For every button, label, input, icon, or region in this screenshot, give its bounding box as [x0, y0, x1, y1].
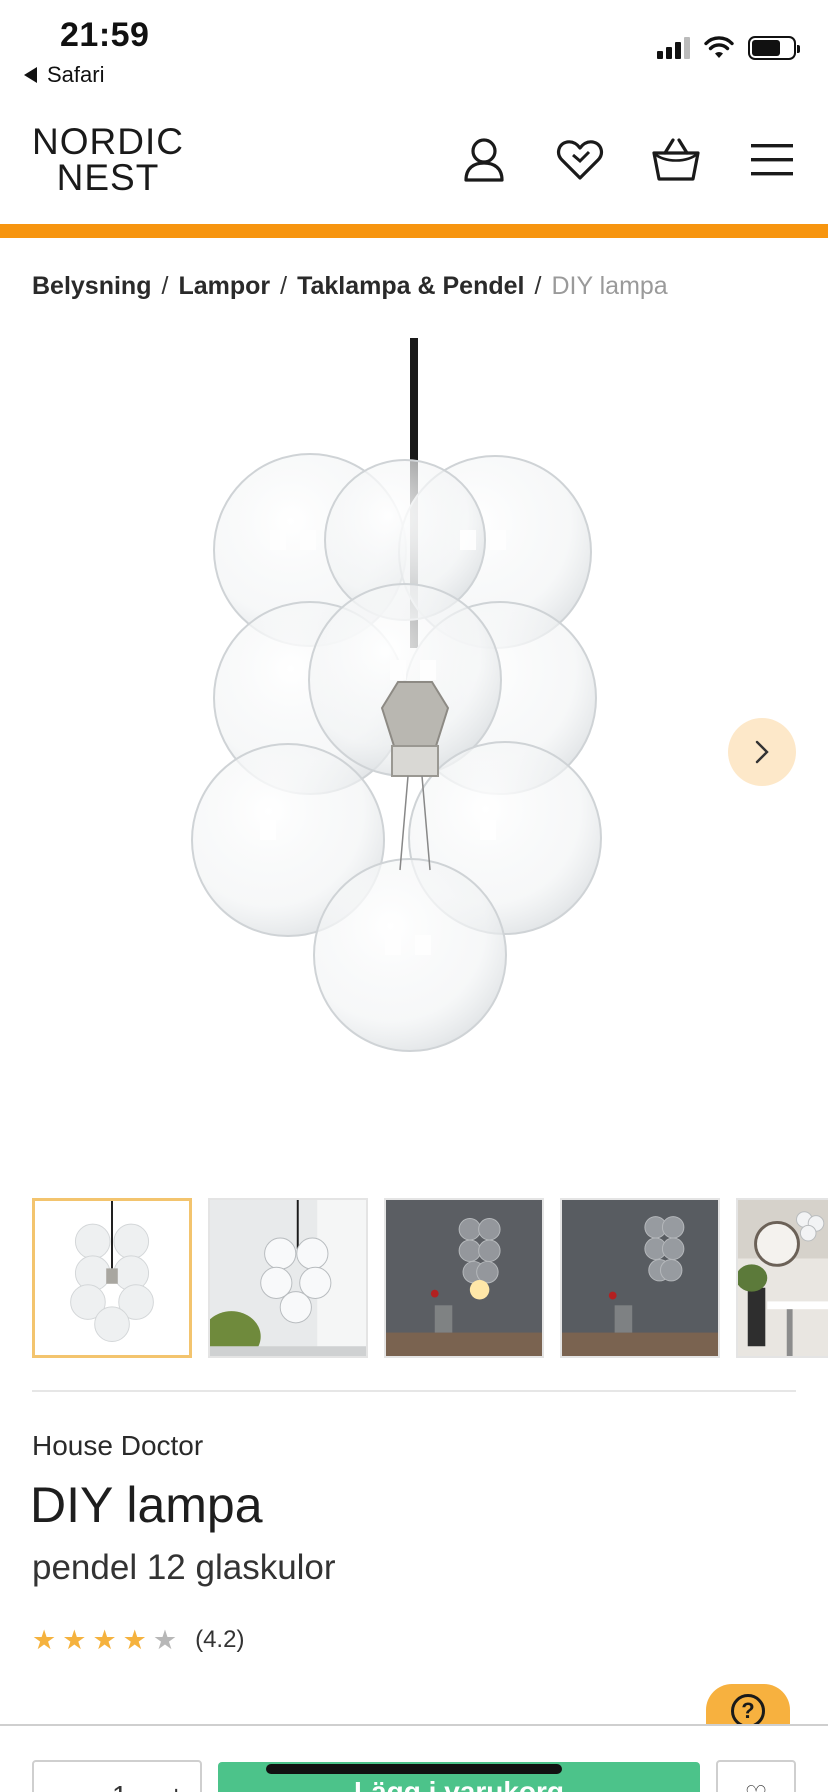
signal-icon — [657, 37, 690, 59]
product-title: DIY lampa — [30, 1477, 263, 1533]
quantity-stepper[interactable]: 1 + — [32, 1760, 202, 1792]
section-divider — [32, 1390, 796, 1392]
status-icons — [657, 36, 800, 60]
breadcrumb-separator: / — [161, 272, 169, 300]
favorite-button[interactable]: ♡ — [716, 1760, 796, 1792]
status-bar: 21:59 Safari — [0, 0, 828, 96]
purchase-bar: 1 + Lägg i varukorg ♡ — [0, 1724, 828, 1792]
breadcrumb-item-lampor[interactable]: Lampor — [178, 272, 270, 301]
header-accent-bar — [0, 224, 828, 238]
account-icon[interactable] — [458, 134, 510, 186]
wishlist-heart-icon[interactable] — [554, 134, 606, 186]
product-main-image[interactable] — [160, 330, 640, 1070]
star-icon: ★ — [122, 1624, 147, 1655]
breadcrumb: Belysning / Lampor / Taklampa & Pendel /… — [32, 272, 668, 301]
menu-icon[interactable] — [746, 134, 798, 186]
battery-icon — [748, 36, 800, 60]
back-arrow-icon — [24, 67, 37, 83]
header-icons — [458, 134, 798, 186]
quantity-plus-button[interactable]: + — [168, 1780, 184, 1792]
product-subtitle: pendel 12 glaskulor — [32, 1548, 336, 1587]
chevron-right-icon — [755, 740, 769, 764]
product-brand[interactable]: House Doctor — [32, 1430, 203, 1462]
next-image-button[interactable] — [728, 718, 796, 786]
breadcrumb-item-belysning[interactable]: Belysning — [32, 272, 151, 301]
nordic-nest-logo[interactable]: NORDIC NEST — [30, 121, 186, 198]
site-header: NORDIC NEST — [0, 110, 828, 222]
thumbnail-1[interactable] — [32, 1198, 192, 1358]
star-icon: ★ — [62, 1624, 87, 1655]
breadcrumb-current: DIY lampa — [551, 272, 668, 300]
logo-line2: NEST — [56, 157, 160, 198]
quantity-value: 1 — [112, 1780, 128, 1792]
breadcrumb-item-taklampa-pendel[interactable]: Taklampa & Pendel — [297, 272, 524, 301]
star-icon: ★ — [92, 1624, 117, 1655]
thumbnail-strip — [32, 1198, 828, 1358]
breadcrumb-separator: / — [280, 272, 288, 300]
rating-value: (4.2) — [195, 1626, 245, 1653]
thumbnail-3[interactable] — [384, 1198, 544, 1358]
thumbnail-4[interactable] — [560, 1198, 720, 1358]
back-to-safari-link[interactable]: Safari — [24, 62, 104, 88]
wifi-icon — [704, 36, 734, 58]
logo-line1: NORDIC — [32, 121, 184, 162]
product-rating[interactable]: ★ ★ ★ ★ ★ (4.2) — [32, 1626, 244, 1654]
star-icon: ★ — [32, 1624, 57, 1655]
status-time: 21:59 — [60, 16, 150, 54]
breadcrumb-separator: / — [534, 272, 542, 300]
thumbnail-2[interactable] — [208, 1198, 368, 1358]
home-indicator — [266, 1764, 562, 1774]
star-icon: ★ — [152, 1624, 178, 1655]
thumbnail-5[interactable] — [736, 1198, 828, 1358]
basket-icon[interactable] — [650, 134, 702, 186]
back-label: Safari — [47, 62, 105, 87]
add-to-cart-label: Lägg i varukorg — [353, 1776, 565, 1792]
help-question-icon: ? — [731, 1694, 765, 1728]
